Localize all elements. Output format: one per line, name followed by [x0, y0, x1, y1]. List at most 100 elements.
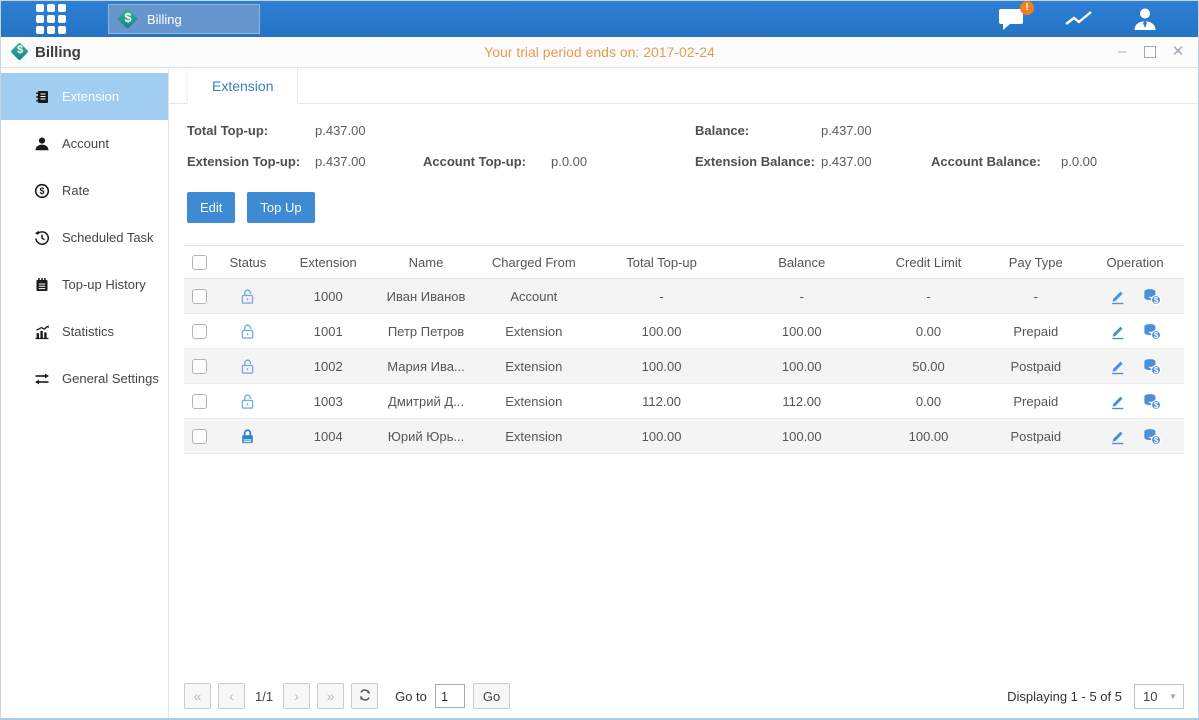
balance-label: Balance:	[695, 123, 749, 138]
edit-row-icon[interactable]	[1109, 427, 1126, 444]
app-window: Billing ! Billing Your trial period ends…	[0, 0, 1199, 720]
top-up-row-icon[interactable]: $	[1143, 427, 1161, 444]
sidebar-item-label: Top-up History	[62, 277, 146, 292]
user-account-icon[interactable]	[1132, 6, 1158, 32]
top-up-row-icon[interactable]: $	[1143, 357, 1161, 374]
page-size-select[interactable]: 10 ▼	[1134, 684, 1184, 709]
top-up-button[interactable]: Top Up	[247, 192, 314, 223]
account-topup-label: Account Top-up:	[423, 154, 526, 169]
extension-table: Status Extension Name Charged From Total…	[184, 245, 1184, 454]
goto-label: Go to	[395, 689, 427, 704]
refresh-button[interactable]	[351, 683, 378, 709]
col-credit-limit[interactable]: Credit Limit	[872, 255, 986, 270]
top-up-row-icon[interactable]: $	[1143, 287, 1161, 304]
col-total-topup[interactable]: Total Top-up	[591, 255, 732, 270]
account-topup-value: p.0.00	[551, 154, 587, 169]
total-topup-label: Total Top-up:	[187, 123, 268, 138]
col-name[interactable]: Name	[376, 255, 477, 270]
next-page-button[interactable]: ›	[283, 683, 310, 709]
tab-bar: Extension	[169, 68, 1198, 104]
top-up-row-icon[interactable]: $	[1143, 392, 1161, 409]
col-balance[interactable]: Balance	[732, 255, 872, 270]
sidebar-item-rate[interactable]: $ Rate	[1, 167, 168, 214]
svg-text:$: $	[39, 186, 44, 196]
table-row: 1002 Мария Ива... Extension 100.00 100.0…	[184, 349, 1184, 384]
edit-row-icon[interactable]	[1109, 357, 1126, 374]
col-extension[interactable]: Extension	[281, 255, 376, 270]
top-up-row-icon[interactable]: $	[1143, 322, 1161, 339]
close-icon[interactable]: ✕	[1170, 44, 1186, 60]
app-grid-icon[interactable]	[36, 4, 66, 34]
maximize-icon[interactable]	[1144, 46, 1156, 58]
top-bar: Billing !	[1, 1, 1198, 37]
notifications-chat-icon[interactable]: !	[998, 7, 1026, 31]
edit-row-icon[interactable]	[1109, 287, 1126, 304]
row-checkbox[interactable]	[192, 429, 207, 444]
balance-value: p.437.00	[821, 123, 872, 138]
edit-button[interactable]: Edit	[187, 192, 235, 223]
col-status[interactable]: Status	[215, 255, 281, 270]
row-checkbox[interactable]	[192, 359, 207, 374]
row-checkbox[interactable]	[192, 324, 207, 339]
taskbar-item-billing[interactable]: Billing	[108, 4, 260, 34]
balance-cell: 112.00	[732, 394, 872, 409]
reports-chart-icon[interactable]	[1064, 8, 1094, 30]
main-content: Extension Total Top-up: p.437.00 Balance…	[169, 68, 1198, 718]
credit-limit-cell: -	[872, 289, 986, 304]
edit-row-icon[interactable]	[1109, 322, 1126, 339]
taskbar-item-label: Billing	[147, 12, 182, 27]
extension-cell: 1000	[281, 289, 376, 304]
table-row: 1003 Дмитрий Д... Extension 112.00 112.0…	[184, 384, 1184, 419]
col-pay-type[interactable]: Pay Type	[985, 255, 1086, 270]
displaying-text: Displaying 1 - 5 of 5	[1007, 689, 1122, 704]
extension-cell: 1004	[281, 429, 376, 444]
tab-extension[interactable]: Extension	[187, 68, 298, 104]
minimize-icon[interactable]: –	[1114, 44, 1130, 60]
table-header: Status Extension Name Charged From Total…	[184, 246, 1184, 279]
chevron-down-icon: ▼	[1169, 692, 1177, 701]
go-button[interactable]: Go	[473, 683, 510, 709]
total-topup-value: p.437.00	[315, 123, 366, 138]
sidebar-item-scheduled-task[interactable]: Scheduled Task	[1, 214, 168, 261]
first-page-button[interactable]: «	[184, 683, 211, 709]
prev-page-button[interactable]: ‹	[218, 683, 245, 709]
select-all-checkbox[interactable]	[192, 255, 207, 270]
total-topup-cell: 100.00	[591, 359, 732, 374]
sidebar-item-general-settings[interactable]: General Settings	[1, 355, 168, 402]
extension-balance-value: p.437.00	[821, 154, 872, 169]
extension-balance-label: Extension Balance:	[695, 154, 815, 169]
account-balance-label: Account Balance:	[931, 154, 1041, 169]
sidebar-item-label: Statistics	[62, 324, 114, 339]
balance-cell: 100.00	[732, 324, 872, 339]
sidebar-item-label: Account	[62, 136, 109, 151]
sidebar-item-label: Scheduled Task	[62, 230, 154, 245]
col-charged-from[interactable]: Charged From	[476, 255, 591, 270]
status-cell	[215, 427, 281, 444]
col-operation[interactable]: Operation	[1086, 255, 1184, 270]
notification-badge: !	[1020, 1, 1034, 15]
pay-type-cell: Postpaid	[985, 429, 1086, 444]
sidebar: Extension Account $ Rate Scheduled Task …	[1, 68, 169, 718]
charged-from-cell: Extension	[476, 429, 591, 444]
edit-row-icon[interactable]	[1109, 392, 1126, 409]
operation-cell: $	[1086, 287, 1184, 304]
summary-panel: Total Top-up: p.437.00 Balance: p.437.00…	[169, 116, 1198, 178]
row-checkbox[interactable]	[192, 394, 207, 409]
locked-icon	[239, 428, 256, 445]
row-checkbox[interactable]	[192, 289, 207, 304]
account-person-icon	[34, 136, 50, 152]
goto-page-input[interactable]	[435, 684, 465, 708]
total-topup-cell: -	[591, 289, 732, 304]
sidebar-item-account[interactable]: Account	[1, 120, 168, 167]
name-cell: Дмитрий Д...	[376, 394, 477, 409]
credit-limit-cell: 0.00	[872, 394, 986, 409]
status-cell	[215, 392, 281, 409]
sidebar-item-extension[interactable]: Extension	[1, 73, 168, 120]
sidebar-item-label: Rate	[62, 183, 89, 198]
sidebar-item-topup-history[interactable]: Top-up History	[1, 261, 168, 308]
last-page-button[interactable]: »	[317, 683, 344, 709]
sidebar-item-statistics[interactable]: Statistics	[1, 308, 168, 355]
operation-cell: $	[1086, 427, 1184, 444]
extension-cell: 1003	[281, 394, 376, 409]
unlocked-icon	[239, 358, 256, 375]
